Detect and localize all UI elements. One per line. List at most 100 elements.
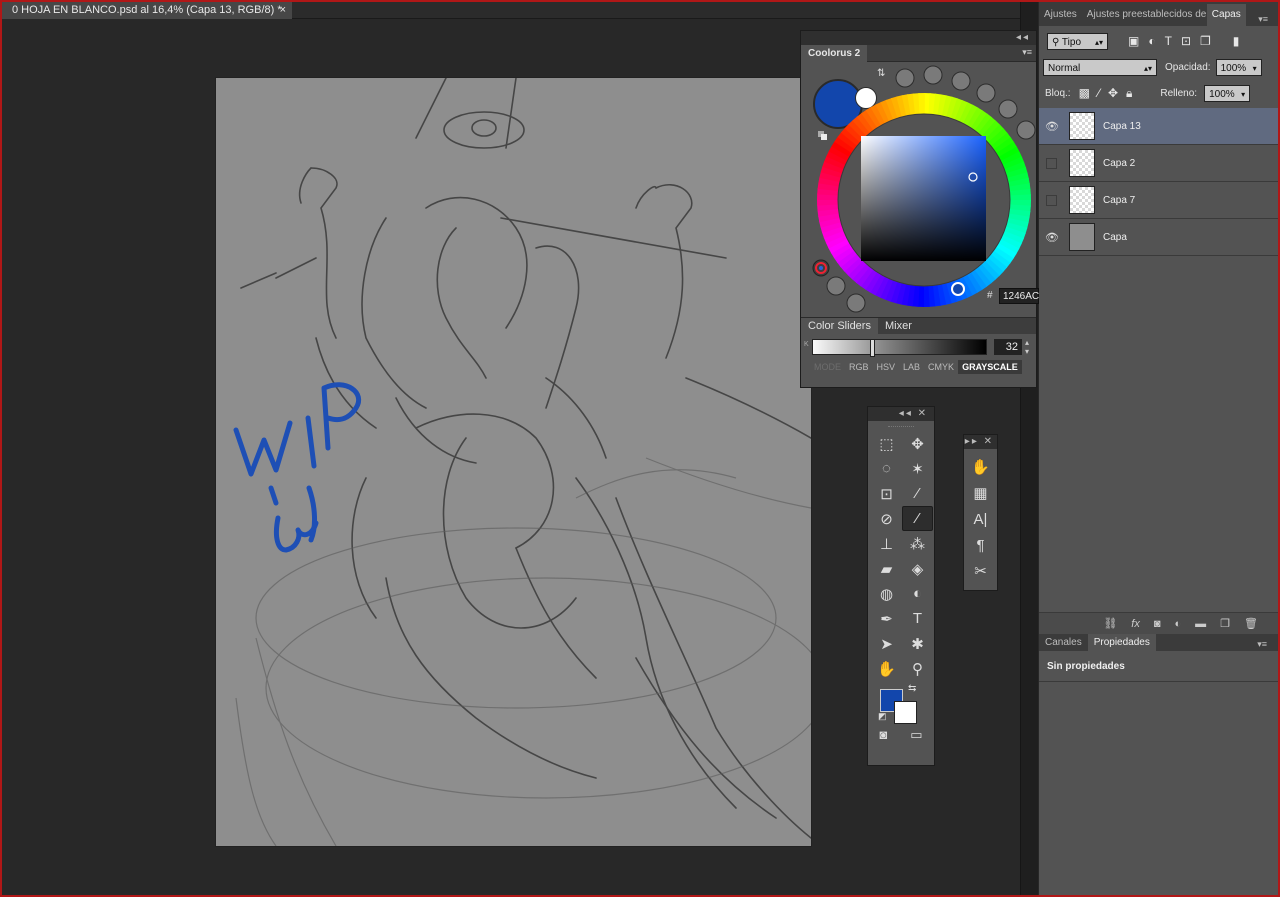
stepper-icon[interactable]: ▴ ▾ bbox=[1025, 338, 1029, 356]
tools-titlebar[interactable]: ◂◂ ✕ bbox=[868, 407, 934, 421]
tab-canales[interactable]: Canales bbox=[1039, 634, 1088, 651]
default-colors-icon[interactable]: ◩ bbox=[878, 711, 887, 722]
eyedropper-tool[interactable]: ⁄ bbox=[902, 481, 933, 506]
filter-type-icon[interactable]: T bbox=[1165, 34, 1172, 48]
mini-panel-titlebar[interactable]: ▸▸ ✕ bbox=[964, 435, 997, 449]
move-tool[interactable]: ✥ bbox=[902, 431, 933, 456]
filter-kind-select[interactable]: ⚲ Tipo ▴▾ bbox=[1047, 32, 1108, 50]
filter-shape-icon[interactable]: ⊡ bbox=[1181, 34, 1191, 48]
lock-pixels-icon[interactable]: ⁄ bbox=[1098, 86, 1100, 100]
lock-position-icon[interactable]: ✥ bbox=[1108, 86, 1118, 100]
search-icon: ⚲ bbox=[1052, 36, 1062, 48]
opacity-input[interactable]: 100% ▾ bbox=[1215, 58, 1262, 77]
document-canvas[interactable] bbox=[216, 78, 811, 846]
chevron-down-icon[interactable]: ▾ bbox=[1241, 86, 1245, 103]
folder-icon[interactable]: ▬ bbox=[1195, 618, 1206, 630]
visibility-toggle[interactable] bbox=[1046, 194, 1057, 206]
layer-row[interactable]: Capa 2 bbox=[1039, 145, 1278, 182]
document-tab[interactable]: 0 HOJA EN BLANCO.psd al 16,4% (Capa 13, … bbox=[2, 2, 292, 19]
pen-tool[interactable]: ✒ bbox=[871, 606, 902, 631]
path-selection-tool[interactable]: ➤ bbox=[871, 631, 902, 656]
brush-tool[interactable]: ⁄ bbox=[902, 506, 933, 531]
panel-expand-icon[interactable]: ▸▸ ✕ bbox=[965, 436, 994, 447]
filter-smart-icon[interactable]: ❐ bbox=[1200, 34, 1211, 48]
slider-thumb[interactable] bbox=[870, 339, 875, 357]
eye-icon[interactable]: 👁︎ bbox=[1039, 120, 1065, 133]
eraser-tool[interactable]: ▰ bbox=[871, 556, 902, 581]
crop-tool[interactable]: ⊡ bbox=[871, 481, 902, 506]
mode-hsv[interactable]: HSV bbox=[873, 360, 900, 374]
blur-tool[interactable]: ◍ bbox=[871, 581, 902, 606]
paint-bucket-tool[interactable]: ◈ bbox=[902, 556, 933, 581]
lock-transparent-icon[interactable]: ▩ bbox=[1079, 86, 1090, 100]
fill-input[interactable]: 100% ▾ bbox=[1204, 84, 1251, 103]
layer-name: Capa bbox=[1103, 231, 1127, 243]
mode-lab[interactable]: LAB bbox=[899, 360, 924, 374]
dodge-tool[interactable]: ◐ bbox=[902, 581, 933, 606]
history-brush-tool[interactable]: ⁂ bbox=[902, 531, 933, 556]
trash-icon[interactable]: 🗑︎ bbox=[1244, 617, 1258, 630]
mode-grayscale[interactable]: GRAYSCALE bbox=[958, 360, 1022, 374]
hand-tool[interactable]: ✋ bbox=[871, 656, 902, 681]
k-value-input[interactable]: 32 bbox=[994, 339, 1022, 355]
chevron-icon: ▴▾ bbox=[1094, 37, 1103, 47]
mode-label: MODE bbox=[814, 362, 841, 372]
visibility-toggle[interactable] bbox=[1046, 157, 1057, 169]
clone-stamp-tool[interactable]: ⊥ bbox=[871, 531, 902, 556]
filter-toggle-icon[interactable]: ▮ bbox=[1233, 34, 1240, 48]
blend-mode-select[interactable]: Normal ▴▾ bbox=[1043, 58, 1157, 76]
character-icon[interactable]: A| bbox=[970, 509, 992, 529]
tab-mixer[interactable]: Mixer bbox=[878, 318, 919, 334]
tab-color-sliders[interactable]: Color Sliders bbox=[801, 318, 878, 334]
tool-grid: ⬚ ✥ ◌ ✶ ⊡ ⁄ ⊘ ⁄ ⊥ ⁂ ▰ ◈ ◍ ◐ ✒ T ➤ ✱ ✋ ⚲ bbox=[868, 427, 934, 681]
background-color[interactable] bbox=[894, 701, 917, 724]
link-icon[interactable]: ⛓︎ bbox=[1103, 617, 1117, 630]
eye-icon[interactable]: 👁︎ bbox=[1039, 231, 1065, 244]
filter-pixel-icon[interactable]: ▣ bbox=[1128, 34, 1139, 48]
tab-propiedades[interactable]: Propiedades bbox=[1087, 634, 1156, 651]
hex-input[interactable]: 1246AC bbox=[999, 288, 1039, 304]
panel-menu-icon[interactable]: ▾≡ bbox=[1022, 47, 1032, 58]
fx-icon[interactable]: fx bbox=[1131, 618, 1140, 630]
mask-icon[interactable]: ◙ bbox=[1154, 618, 1161, 630]
adjustment-icon[interactable]: ◐ bbox=[1175, 618, 1182, 630]
filter-adjustment-icon[interactable]: ◐ bbox=[1148, 34, 1155, 48]
panel-close-icon[interactable]: ◂◂ ✕ bbox=[899, 408, 928, 419]
zoom-tool[interactable]: ⚲ bbox=[902, 656, 933, 681]
tool-presets-icon[interactable]: ✂ bbox=[970, 561, 992, 581]
swatches-icon[interactable]: ▦ bbox=[970, 483, 992, 503]
rectangular-marquee-tool[interactable]: ⬚ bbox=[871, 431, 902, 456]
layer-row[interactable]: 👁︎ Capa bbox=[1039, 219, 1278, 256]
layer-name: Capa 2 bbox=[1103, 157, 1136, 169]
quick-mask-icon[interactable]: ◙ bbox=[879, 727, 887, 743]
swap-colors-icon[interactable]: ⇆ bbox=[908, 683, 916, 694]
custom-shape-tool[interactable]: ✱ bbox=[902, 631, 933, 656]
magic-wand-tool[interactable]: ✶ bbox=[902, 456, 933, 481]
color-wheel-area[interactable]: ⇅ # 1246AC bbox=[801, 62, 1039, 317]
tab-capas[interactable]: Capas bbox=[1206, 4, 1246, 26]
panel-collapse-icon[interactable]: ◂◂ bbox=[1016, 32, 1030, 43]
properties-menu-icon[interactable]: ▾≡ bbox=[1251, 636, 1273, 653]
new-layer-icon[interactable]: ❐ bbox=[1220, 617, 1230, 630]
brush-preset-icon[interactable]: ✋ bbox=[970, 457, 992, 477]
coolorus-titlebar[interactable]: ◂◂ bbox=[801, 31, 1036, 45]
k-slider[interactable] bbox=[812, 339, 987, 357]
screen-mode-icon[interactable]: ▭ bbox=[910, 727, 922, 743]
layer-row[interactable]: Capa 7 bbox=[1039, 182, 1278, 219]
mode-rgb[interactable]: RGB bbox=[845, 360, 873, 374]
svg-text:⇅: ⇅ bbox=[877, 68, 885, 79]
tab-coolorus[interactable]: Coolorus 2 bbox=[801, 45, 868, 62]
dock-menu-icon[interactable]: ▾≡ bbox=[1253, 8, 1273, 30]
spot-healing-tool[interactable]: ⊘ bbox=[871, 506, 902, 531]
lasso-tool[interactable]: ◌ bbox=[871, 456, 902, 481]
lock-all-icon[interactable]: 🔒︎ bbox=[1126, 86, 1132, 101]
tab-ajustes-preestablecidos[interactable]: Ajustes preestablecidos de p bbox=[1082, 4, 1207, 26]
paragraph-icon[interactable]: ¶ bbox=[970, 535, 992, 555]
mode-cmyk[interactable]: CMYK bbox=[924, 360, 958, 374]
type-tool[interactable]: T bbox=[902, 606, 933, 631]
chevron-down-icon[interactable]: ▾ bbox=[1253, 60, 1257, 77]
color-wheel[interactable]: ⇅ bbox=[801, 62, 1038, 317]
tab-ajustes[interactable]: Ajustes bbox=[1039, 4, 1082, 26]
close-document-icon[interactable]: × bbox=[280, 2, 286, 19]
layer-row[interactable]: 👁︎ Capa 13 bbox=[1039, 108, 1278, 145]
